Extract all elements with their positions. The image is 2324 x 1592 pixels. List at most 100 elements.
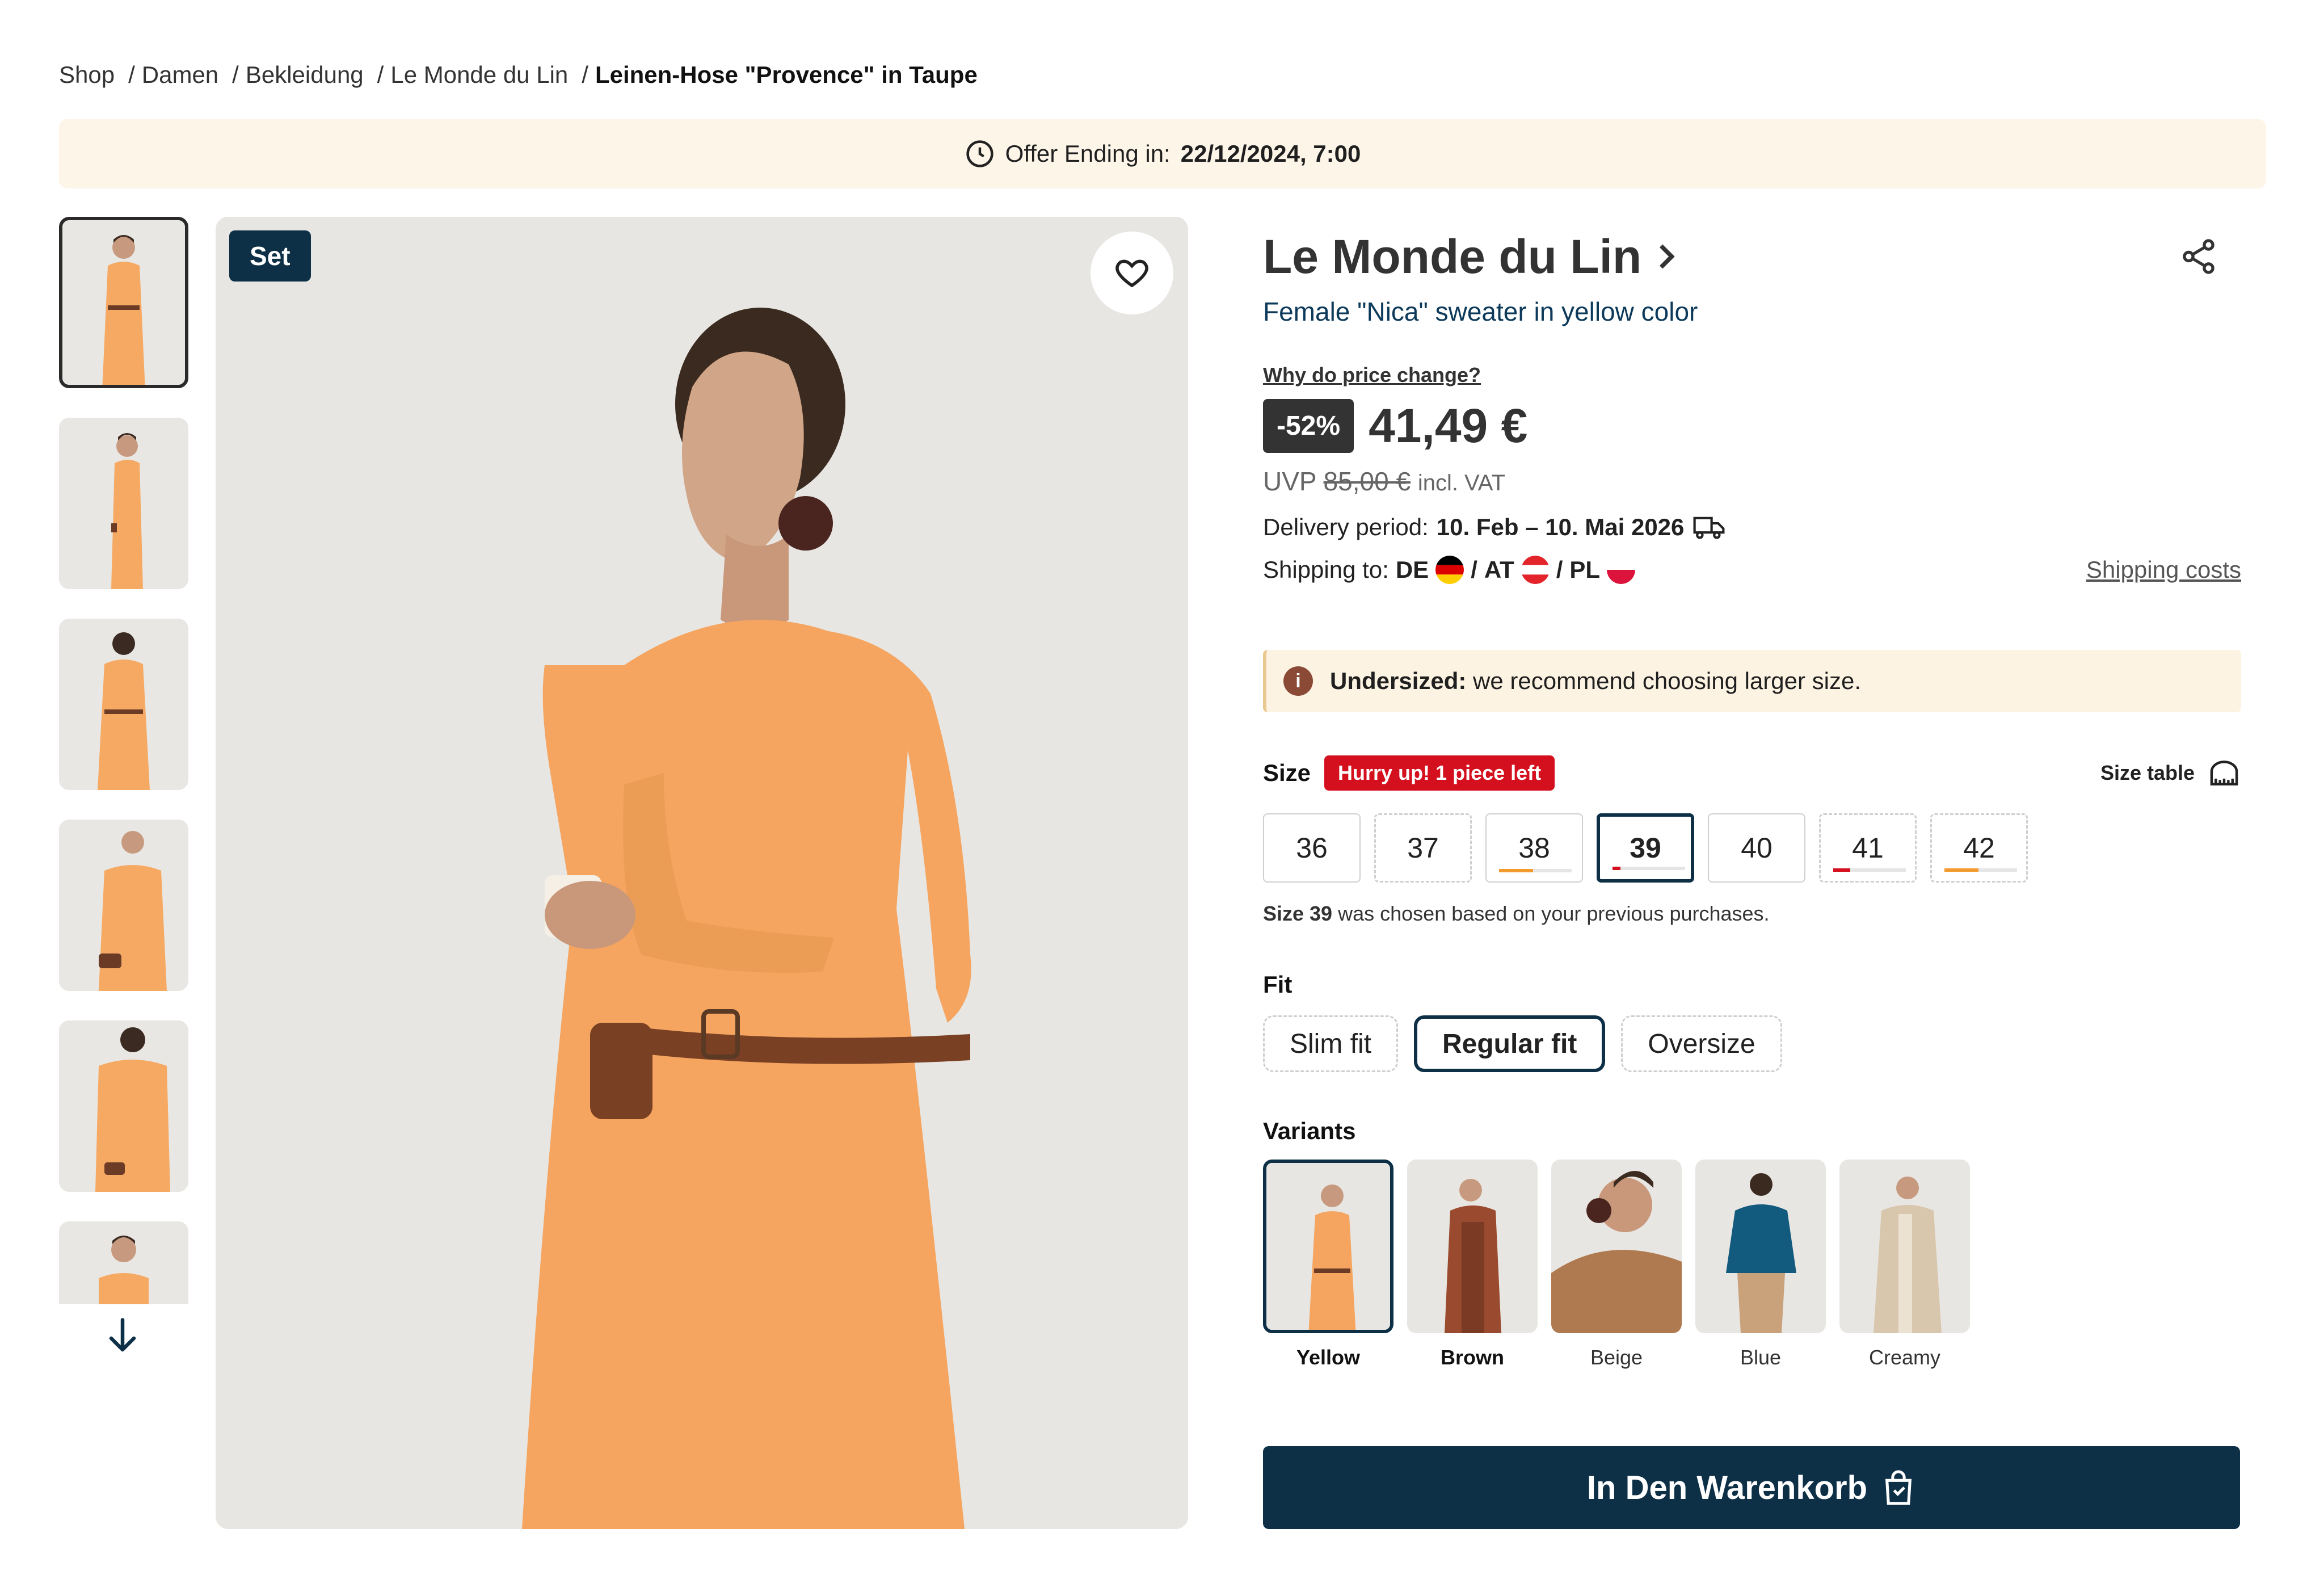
delivery-value: 10. Feb – 10. Mai 2026	[1436, 514, 1685, 540]
stock-bar	[1613, 867, 1685, 870]
variant-image	[1407, 1160, 1538, 1333]
breadcrumb-brand[interactable]: Le Monde du Lin	[390, 61, 568, 89]
variant-image	[1551, 1160, 1682, 1333]
size-note-size: Size 39	[1263, 902, 1333, 925]
size-option-41[interactable]: 41	[1819, 813, 1917, 883]
stock-bar	[1499, 869, 1572, 872]
fit-label: Fit	[1263, 971, 1292, 998]
set-badge: Set	[229, 230, 311, 282]
size-label: Size	[1263, 759, 1311, 786]
discount-badge: -52%	[1263, 399, 1354, 453]
product-title: Female "Nica" sweater in yellow color	[1263, 297, 1698, 326]
delivery-period: Delivery period: 10. Feb – 10. Mai 2026	[1263, 514, 2241, 541]
size-recommendation: Size 39 was chosen based on your previou…	[1263, 902, 2241, 926]
variant-blue[interactable]: Blue	[1695, 1160, 1826, 1370]
warning-text: we recommend choosing larger size.	[1473, 667, 1862, 694]
brand-link[interactable]: Le Monde du Lin	[1263, 229, 1678, 284]
main-product-image[interactable]: Set	[216, 217, 1188, 1529]
stock-bar	[1833, 868, 1906, 872]
warning-strong: Undersized:	[1330, 667, 1467, 694]
model-thumbnail-image	[59, 1221, 188, 1304]
variant-beige[interactable]: Beige	[1551, 1160, 1682, 1370]
size-option-40[interactable]: 40	[1708, 813, 1805, 883]
size-note-text: was chosen based on your previous purcha…	[1338, 902, 1770, 925]
breadcrumb-separator: /	[128, 61, 135, 88]
model-photo	[216, 217, 1188, 1529]
clock-icon	[966, 140, 993, 167]
breadcrumb-current: Leinen-Hose "Provence" in Taupe	[595, 61, 978, 88]
shipping-countries: Shipping to: DE / AT / PL	[1263, 556, 1636, 584]
size-option-39[interactable]: 39	[1597, 813, 1694, 883]
shopping-bag-icon	[1885, 1470, 1912, 1505]
chevron-right-icon	[1660, 244, 1675, 269]
model-thumbnail-image	[59, 820, 188, 991]
size-option-37[interactable]: 37	[1374, 813, 1472, 883]
variants-label: Variants	[1263, 1118, 1356, 1144]
breadcrumb-damen[interactable]: Damen	[142, 61, 218, 89]
thumbnail-5[interactable]	[59, 1020, 188, 1192]
stock-badge: Hurry up! 1 piece left	[1324, 755, 1555, 791]
country-at: AT	[1484, 556, 1514, 583]
stock-bar	[1944, 868, 2017, 872]
vat-note: incl. VAT	[1417, 471, 1505, 495]
breadcrumb-bekleidung[interactable]: Bekleidung	[246, 61, 364, 89]
flag-at-icon	[1521, 556, 1550, 584]
fit-option-oversize[interactable]: Oversize	[1621, 1015, 1782, 1072]
variant-brown[interactable]: Brown	[1407, 1160, 1538, 1370]
model-thumbnail-image	[62, 220, 185, 385]
thumbnail-1[interactable]	[59, 217, 188, 388]
size-option-42[interactable]: 42	[1930, 813, 2028, 883]
size-table-link[interactable]: Size table	[2100, 758, 2241, 788]
thumbnail-4[interactable]	[59, 820, 188, 991]
flag-pl-icon	[1607, 556, 1636, 584]
favorite-button[interactable]	[1091, 232, 1173, 314]
country-pl: PL	[1569, 556, 1601, 583]
arrow-down-icon[interactable]	[106, 1316, 140, 1355]
variant-label: Creamy	[1868, 1346, 1941, 1369]
variant-image	[1266, 1163, 1390, 1330]
thumbnail-2[interactable]	[59, 418, 188, 589]
breadcrumb-separator: /	[232, 61, 239, 88]
size-option-36[interactable]: 36	[1263, 813, 1361, 883]
share-icon[interactable]	[2179, 237, 2218, 276]
variant-image	[1839, 1160, 1970, 1333]
uvp-label: UVP	[1263, 467, 1316, 496]
brand-name: Le Monde du Lin	[1263, 229, 1642, 283]
size-option-38[interactable]: 38	[1485, 813, 1583, 883]
breadcrumb: Shop / Damen / Bekleidung / Le Monde du …	[59, 61, 978, 89]
size-options: 36 37 38 39 40 41 42	[1263, 813, 2241, 883]
variant-creamy[interactable]: Creamy	[1839, 1160, 1970, 1370]
shipping-label: Shipping to:	[1263, 556, 1389, 583]
fit-option-slim[interactable]: Slim fit	[1263, 1015, 1398, 1072]
thumbnail-3[interactable]	[59, 619, 188, 790]
variant-label: Beige	[1590, 1346, 1643, 1369]
thumbnail-6[interactable]	[59, 1221, 188, 1304]
heart-icon	[1115, 259, 1148, 288]
breadcrumb-separator: /	[377, 61, 384, 88]
fit-options: Slim fit Regular fit Oversize	[1263, 1015, 2241, 1072]
model-thumbnail-image	[59, 619, 188, 790]
shipping-costs-link[interactable]: Shipping costs	[2086, 556, 2241, 583]
variant-yellow[interactable]: Yellow	[1263, 1160, 1393, 1370]
variant-options: Yellow Brown Beige Blue Creamy	[1263, 1160, 2241, 1370]
model-thumbnail-image	[59, 418, 188, 589]
truck-icon	[1693, 516, 1725, 539]
add-to-cart-button[interactable]: In Den Warenkorb	[1263, 1446, 2240, 1529]
offer-banner: Offer Ending in: 22/12/2024, 7:00	[59, 119, 2266, 188]
why-price-link[interactable]: Why do price change?	[1263, 363, 2241, 387]
variant-image	[1695, 1160, 1826, 1333]
variant-label: Yellow	[1296, 1346, 1361, 1369]
info-icon: i	[1283, 666, 1313, 696]
variant-label: Brown	[1441, 1346, 1504, 1369]
breadcrumb-shop[interactable]: Shop	[59, 61, 115, 89]
current-price: 41,49 €	[1369, 399, 1528, 452]
uvp-old-price: 85,00 €	[1323, 467, 1411, 496]
model-thumbnail-image	[59, 1020, 188, 1192]
size-warning: i Undersized: we recommend choosing larg…	[1263, 650, 2241, 712]
variant-label: Blue	[1740, 1346, 1782, 1369]
original-price: UVP 85,00 € incl. VAT	[1263, 466, 2241, 497]
product-info: Le Monde du Lin Female "Nica" sweater in…	[1263, 217, 2241, 1370]
offer-label: Offer Ending in:	[1005, 140, 1171, 167]
fit-option-regular[interactable]: Regular fit	[1414, 1015, 1606, 1072]
size-table-label: Size table	[2100, 761, 2195, 784]
